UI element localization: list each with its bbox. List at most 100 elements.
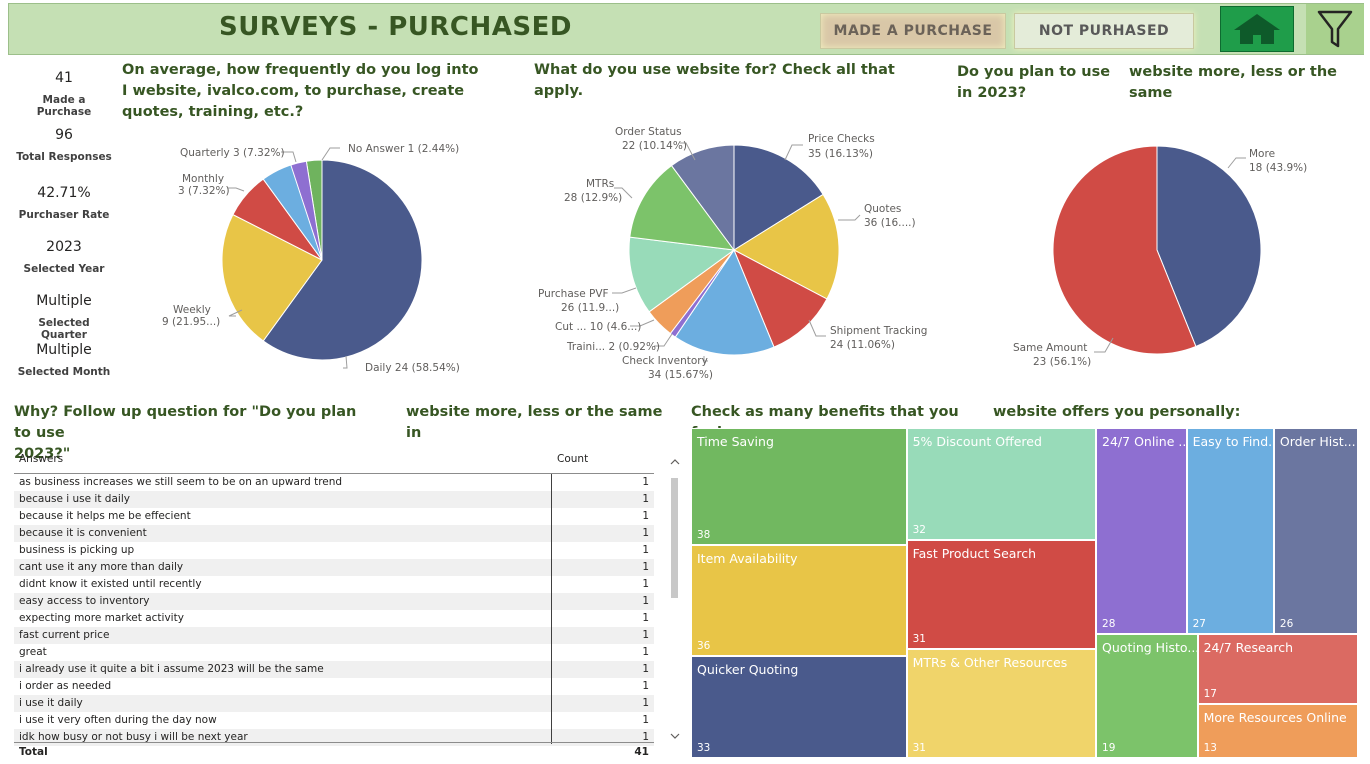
table-row[interactable]: expecting more market activity 1 [14,610,654,627]
home-icon [1234,14,1280,44]
plan-pie[interactable] [1052,145,1262,355]
plan-slice-same-amount[interactable] [1052,145,1197,355]
total-value: 41 [634,746,649,758]
kpi-purchaser-rate: 42.71% Purchaser Rate [14,185,114,221]
column-header-answers[interactable]: Answers [19,453,63,465]
answer-cell: didnt know it existed until recently [19,578,202,590]
treemap-tile-easy-to-find[interactable]: Easy to Find... 27 [1186,428,1274,634]
treemap-tile-mtrs-other-resources[interactable]: MTRs & Other Resources 31 [906,649,1097,758]
treemap-title-b: website offers you personally: [993,404,1241,420]
use-slice-purchase-pvf[interactable] [628,236,736,313]
treemap-tile-value: 13 [1203,741,1217,754]
treemap-tile-value: 33 [697,741,711,754]
label-daily: Daily 24 (58.54%) [365,362,460,374]
table-row[interactable]: because it is convenient 1 [14,525,654,542]
use-slice-shipment-tracking[interactable] [733,248,828,348]
treemap-tile-quoting-histo[interactable]: Quoting Histo... 19 [1096,633,1198,758]
table-row[interactable]: i use it very often during the day now 1 [14,712,654,729]
treemap-tile-time-saving[interactable]: Time Saving 38 [691,428,907,546]
frequency-pie[interactable] [221,159,423,361]
count-cell: 1 [642,680,649,692]
treemap-tile-quicker-quoting[interactable]: Quicker Quoting 33 [691,656,907,758]
use-slice-price-checks[interactable] [733,144,824,251]
table-row[interactable]: cant use it any more than daily 1 [14,559,654,576]
count-cell: 1 [642,663,649,675]
label-quarterly: Quarterly 3 (7.32%) [180,147,285,159]
table-title-part: Why? Follow up question for "Do you plan… [14,404,357,441]
scroll-up-icon[interactable] [669,456,681,468]
answer-cell: i already use it quite a bit i assume 20… [19,663,324,675]
scroll-down-icon[interactable] [669,730,681,742]
label-monthly: Monthly [182,173,224,185]
column-header-count[interactable]: Count [557,453,588,465]
freq-slice-quarterly[interactable] [262,160,323,261]
kpi-label: Selected Quarter [38,317,90,341]
use-slice-check-inventory[interactable] [674,248,775,356]
freq-slice-weekly[interactable] [221,213,323,342]
label-training: Traini... 2 (0.92%) [566,341,660,353]
table-scrollbar[interactable] [669,452,681,744]
treemap-tile-value: 19 [1102,741,1116,754]
use-labels: Price Checks 35 (16.13%) Quotes 36 (16..… [538,126,927,381]
table-row[interactable]: great 1 [14,644,654,661]
treemap-tile-24-7-online[interactable]: 24/7 Online ... 28 [1096,428,1187,634]
label-purchase-pvf-value: 26 (11.9...) [561,302,619,314]
treemap-tile-item-availability[interactable]: Item Availability 36 [691,545,907,657]
kpi-selected-year: 2023 Selected Year [14,239,114,275]
treemap-tile-label: Quicker Quoting [697,662,799,678]
table-row[interactable]: because it helps me be effecient 1 [14,508,654,525]
use-slice-quotes[interactable] [732,193,840,300]
label-price-checks: Price Checks [808,133,875,145]
label-shipment-value: 24 (11.06%) [830,339,895,351]
kpi-label: Selected Year [23,263,105,275]
treemap-tile-label: 5% Discount Offered [912,434,1042,449]
use-slice-mtrs[interactable] [629,164,736,251]
table-row[interactable]: didnt know it existed until recently 1 [14,576,654,593]
plan-slice-more[interactable] [1156,145,1262,348]
table-row[interactable]: i use it daily 1 [14,695,654,712]
plan-chart-title-b: website more, less or the same [1129,64,1337,101]
treemap-tile-24-7-research[interactable]: 24/7 Research 17 [1197,633,1358,705]
kpi-value: Multiple [36,342,92,358]
table-row[interactable]: i order as needed 1 [14,678,654,695]
label-weekly-value: 9 (21.95...) [162,316,220,328]
freq-slice-daily[interactable] [262,159,423,361]
treemap-tile-5-discount-offered[interactable]: 5% Discount Offered 32 [906,428,1097,541]
use-slice-cut[interactable] [648,249,735,335]
kpi-label: Purchaser Rate [18,209,110,221]
count-cell: 1 [642,629,649,641]
usage-pie[interactable] [628,144,840,356]
use-slice-training[interactable] [669,249,735,338]
label-order-status: Order Status [615,126,682,138]
use-slice-order-status[interactable] [670,144,735,252]
table-row[interactable]: business is picking up 1 [14,542,654,559]
table-row[interactable]: because i use it daily 1 [14,491,654,508]
not-purchased-button[interactable]: NOT PURHASED [1014,13,1194,49]
made-purchase-button[interactable]: MADE A PURCHASE [820,13,1006,49]
table-row[interactable]: fast current price 1 [14,627,654,644]
treemap-tile-more-resources-online[interactable]: More Resources Online 13 [1197,704,1358,758]
treemap-tile-label: 24/7 Research [1203,639,1293,655]
answer-cell: easy access to inventory [19,595,150,607]
answer-cell: i use it daily [19,697,83,709]
home-button[interactable] [1220,6,1294,52]
table-row[interactable]: as business increases we still seem to b… [14,474,654,491]
kpi-label: Selected Month [17,366,111,378]
treemap-tile-label: Quoting Histo... [1102,639,1198,655]
label-weekly: Weekly [173,304,211,316]
kpi-value: 41 [55,70,73,86]
treemap-tile-order-hist[interactable]: Order Hist... 26 [1273,428,1358,634]
count-cell: 1 [642,476,649,488]
filter-button[interactable] [1306,4,1364,54]
treemap-tile-fast-product-search[interactable]: Fast Product Search 31 [906,540,1097,650]
freq-slice-no-answer[interactable] [305,159,323,261]
freq-slice-extra[interactable] [290,160,323,261]
scroll-thumb[interactable] [671,478,678,598]
treemap-tile-value: 31 [912,741,926,754]
freq-slice-monthly[interactable] [232,178,323,261]
answer-cell: i order as needed [19,680,112,692]
table-row[interactable]: i already use it quite a bit i assume 20… [14,661,654,678]
count-cell: 1 [642,714,649,726]
table-row[interactable]: easy access to inventory 1 [14,593,654,610]
answer-cell: because it is convenient [19,527,147,539]
